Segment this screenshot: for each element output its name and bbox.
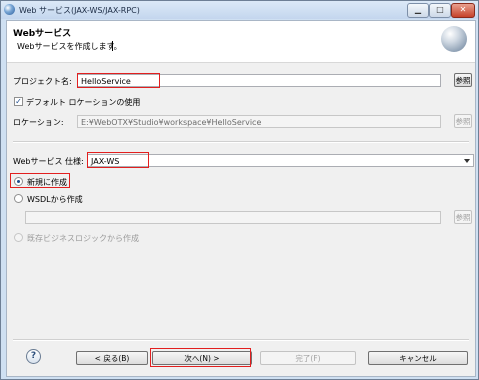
spec-value: JAX-WS xyxy=(91,157,120,166)
from-wsdl-label: WSDLから作成 xyxy=(27,195,83,204)
window-title: Web サービス(JAX-WS/JAX-RPC) xyxy=(19,6,140,15)
footer-separator xyxy=(13,339,469,341)
default-location-checkbox[interactable]: ✓ xyxy=(14,97,23,106)
location-browse-button[interactable]: 参照 xyxy=(454,114,472,128)
chevron-down-icon xyxy=(464,159,470,163)
back-button[interactable]: < 戻る(B) xyxy=(76,351,148,365)
spec-select[interactable]: JAX-WS xyxy=(87,154,474,167)
dialog-window: Web サービス(JAX-WS/JAX-RPC) ▁ □ ✕ Webサービス W… xyxy=(0,0,479,380)
dialog-content: Webサービス Webサービスを作成します。 プロジェクト名: HelloSer… xyxy=(6,20,476,377)
from-existing-logic-label: 既存ビジネスロジックから作成 xyxy=(27,234,139,243)
help-icon[interactable]: ? xyxy=(26,349,41,364)
web-service-globe-icon xyxy=(441,26,467,52)
page-title: Webサービス xyxy=(13,29,72,39)
finish-button[interactable]: 完了(F) xyxy=(260,351,356,365)
minimize-button[interactable]: ▁ xyxy=(407,3,429,18)
wsdl-path-input[interactable] xyxy=(25,211,441,224)
title-bar[interactable]: Web サービス(JAX-WS/JAX-RPC) ▁ □ ✕ xyxy=(1,1,478,19)
create-new-label: 新規に作成 xyxy=(27,178,67,187)
wsdl-browse-button[interactable]: 参照 xyxy=(454,210,472,224)
wizard-header: Webサービス Webサービスを作成します。 xyxy=(7,21,475,63)
maximize-button[interactable]: □ xyxy=(429,3,451,18)
page-description: Webサービスを作成します。 xyxy=(17,42,122,51)
default-location-label: デフォルト ロケーションの使用 xyxy=(26,98,141,107)
text-caret xyxy=(112,41,113,51)
separator xyxy=(13,141,469,143)
from-existing-logic-radio[interactable] xyxy=(14,233,23,242)
location-input[interactable]: E:¥WebOTX¥Studio¥workspace¥HelloService xyxy=(77,115,441,128)
cancel-button[interactable]: キャンセル xyxy=(368,351,468,365)
next-button[interactable]: 次へ(N) > xyxy=(152,351,252,365)
project-name-input[interactable]: HelloService xyxy=(77,74,441,87)
close-button[interactable]: ✕ xyxy=(451,3,475,18)
location-label: ロケーション: xyxy=(13,118,64,127)
from-wsdl-radio[interactable] xyxy=(14,194,23,203)
create-new-radio[interactable] xyxy=(14,177,23,186)
project-browse-button[interactable]: 参照 xyxy=(454,73,472,87)
app-icon xyxy=(4,4,15,15)
project-name-label: プロジェクト名: xyxy=(13,77,72,86)
spec-label: Webサービス 仕様: xyxy=(13,157,84,166)
